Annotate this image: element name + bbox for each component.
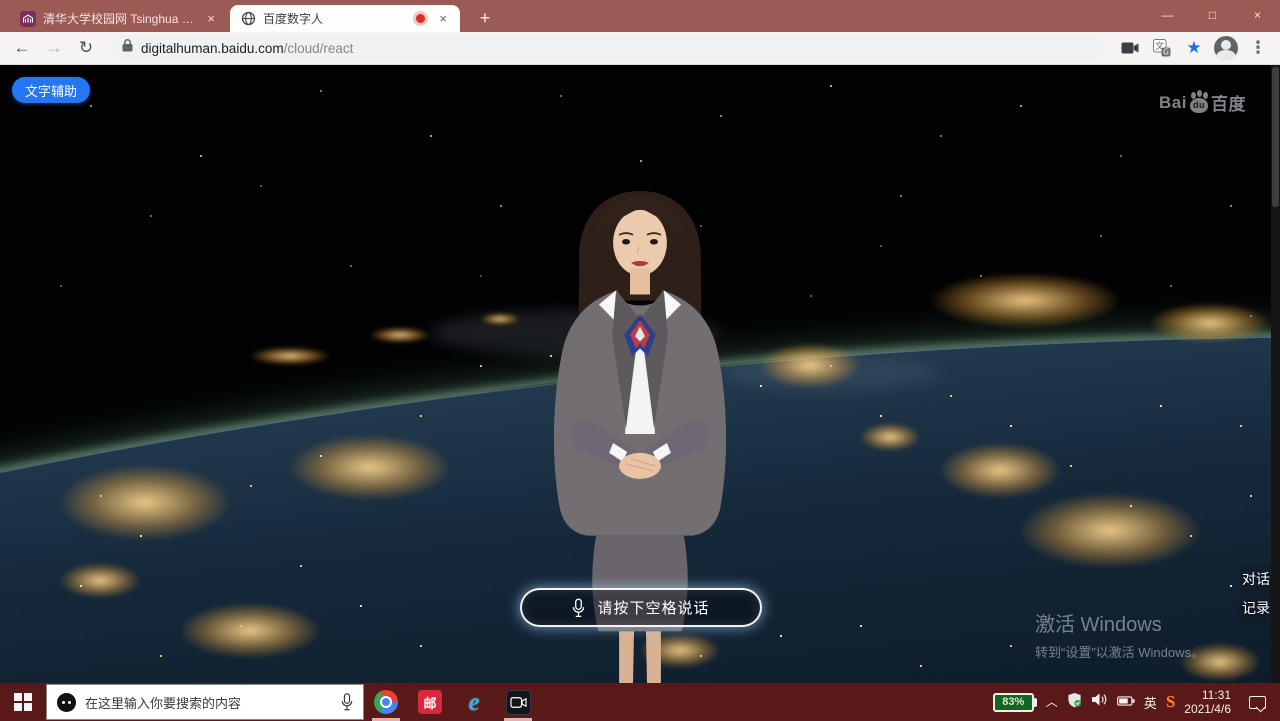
- battery-percent-widget[interactable]: 83%: [993, 693, 1037, 712]
- sogou-input-icon[interactable]: S: [1166, 692, 1175, 712]
- city-lights: [860, 423, 920, 451]
- windows-taskbar: 在这里输入你要搜索的内容 邮 e 83% ︿: [0, 683, 1280, 721]
- mail-icon: 邮: [418, 690, 442, 714]
- chrome-taskbar-icon[interactable]: [364, 683, 408, 721]
- browser-toolbar: ← → ↻ digitalhuman.baidu.com/cloud/react…: [0, 32, 1280, 65]
- watermark-title: 激活 Windows: [1035, 608, 1204, 637]
- city-lights: [180, 603, 320, 658]
- back-icon[interactable]: ←: [8, 34, 36, 62]
- translate-icon[interactable]: 文G: [1148, 34, 1176, 62]
- city-lights: [60, 465, 230, 540]
- microphone-icon: [572, 598, 585, 618]
- windows-logo-icon: [14, 693, 32, 711]
- start-button[interactable]: [0, 683, 46, 721]
- search-assistant-icon: [57, 693, 76, 712]
- city-lights: [250, 347, 330, 365]
- city-lights: [1020, 493, 1200, 568]
- svg-text:G: G: [1163, 48, 1169, 57]
- text-assist-button[interactable]: 文字辅助: [12, 77, 90, 103]
- digital-human-stage: 文字辅助 Bai du 百度 请按下空格说话 对话 记录 激活 Windows …: [0, 65, 1280, 683]
- url-path: /cloud/react: [284, 41, 354, 56]
- recording-indicator-icon: [416, 14, 425, 23]
- camera-taskbar-icon[interactable]: [496, 683, 540, 721]
- lock-icon: [122, 39, 133, 57]
- close-tab-icon[interactable]: ×: [436, 11, 450, 26]
- tab-digital-human[interactable]: 百度数字人 ×: [230, 5, 460, 32]
- system-tray: 83% ︿ 英 S 11:31 2021/4/6: [993, 683, 1280, 721]
- avatar-icon: [1214, 36, 1238, 60]
- search-mic-icon[interactable]: [341, 693, 353, 711]
- minimize-button[interactable]: —: [1145, 0, 1190, 30]
- tray-expand-icon[interactable]: ︿: [1046, 693, 1058, 710]
- watermark-subtitle: 转到“设置”以激活 Windows。: [1035, 642, 1204, 661]
- chrome-icon: [374, 690, 398, 714]
- close-tab-icon[interactable]: ×: [204, 11, 218, 26]
- baidu-logo-cn: 百度: [1211, 90, 1246, 115]
- city-lights: [60, 563, 140, 598]
- url-domain: digitalhuman.baidu.com: [141, 41, 284, 56]
- close-window-button[interactable]: ×: [1235, 0, 1280, 30]
- baidu-logo-bai: Bai: [1159, 93, 1187, 113]
- baidu-logo-du: du: [1188, 100, 1210, 110]
- activate-windows-watermark: 激活 Windows 转到“设置”以激活 Windows。: [1035, 608, 1204, 661]
- clock-time: 11:31: [1184, 688, 1231, 702]
- page-scrollbar[interactable]: [1271, 65, 1280, 683]
- browser-titlebar: 清华大学校园网 Tsinghua Unive × 百度数字人 × + — □ ×: [0, 0, 1280, 32]
- browser-menu-icon[interactable]: ⋮: [1244, 34, 1272, 62]
- input-language-indicator[interactable]: 英: [1144, 693, 1157, 712]
- baidu-paw-icon: du: [1188, 92, 1210, 114]
- battery-nub: [1034, 698, 1037, 707]
- city-light-dots: [0, 65, 2, 67]
- tsinghua-favicon-icon: [20, 11, 36, 27]
- profile-avatar[interactable]: [1212, 34, 1240, 62]
- reload-icon[interactable]: ↻: [72, 34, 100, 62]
- battery-tray-icon[interactable]: [1117, 693, 1135, 711]
- taskbar-search-box[interactable]: 在这里输入你要搜索的内容: [46, 684, 364, 720]
- tab-title: 清华大学校园网 Tsinghua Unive: [43, 10, 197, 27]
- scrollbar-thumb[interactable]: [1272, 67, 1279, 207]
- desktop-screen: 清华大学校园网 Tsinghua Unive × 百度数字人 × + — □ ×…: [0, 0, 1280, 721]
- history-label: 记录: [1242, 598, 1270, 618]
- clock-date: 2021/4/6: [1184, 702, 1231, 716]
- ie-taskbar-icon[interactable]: e: [452, 683, 496, 721]
- bookmark-star-icon[interactable]: ★: [1180, 34, 1208, 62]
- action-center-button[interactable]: [1240, 696, 1274, 709]
- baidu-logo: Bai du 百度: [1159, 90, 1246, 115]
- taskbar-clock[interactable]: 11:31 2021/4/6: [1184, 688, 1231, 716]
- url-text: digitalhuman.baidu.com/cloud/react: [141, 41, 353, 56]
- push-to-talk-button[interactable]: 请按下空格说话: [520, 588, 762, 627]
- tab-tsinghua[interactable]: 清华大学校园网 Tsinghua Unive ×: [10, 5, 228, 32]
- address-bar[interactable]: digitalhuman.baidu.com/cloud/react: [110, 35, 1106, 61]
- volume-icon[interactable]: [1091, 692, 1108, 712]
- mail-taskbar-icon[interactable]: 邮: [408, 683, 452, 721]
- window-controls: — □ ×: [1145, 0, 1280, 30]
- maximize-button[interactable]: □: [1190, 0, 1235, 30]
- camera-app-icon: [506, 690, 531, 715]
- notification-icon: [1249, 696, 1266, 709]
- new-tab-button[interactable]: +: [472, 5, 498, 31]
- battery-percent-label: 83%: [993, 693, 1034, 712]
- forward-icon[interactable]: →: [40, 34, 68, 62]
- dialog-history-tab[interactable]: 对话 记录: [1238, 563, 1274, 624]
- city-lights: [1150, 303, 1270, 343]
- defender-shield-icon[interactable]: [1067, 692, 1082, 713]
- tab-title: 百度数字人: [263, 10, 409, 27]
- search-placeholder: 在这里输入你要搜索的内容: [85, 693, 332, 712]
- city-lights: [930, 273, 1120, 328]
- city-lights: [940, 443, 1060, 498]
- globe-favicon-icon: [240, 11, 256, 27]
- push-to-talk-label: 请按下空格说话: [597, 597, 709, 618]
- internet-explorer-icon: e: [468, 690, 479, 715]
- city-lights: [370, 327, 430, 343]
- city-lights: [290, 435, 450, 500]
- tab-camera-icon[interactable]: [1116, 34, 1144, 62]
- dialog-label: 对话: [1242, 569, 1270, 589]
- taskbar-apps: 邮 e: [364, 683, 540, 721]
